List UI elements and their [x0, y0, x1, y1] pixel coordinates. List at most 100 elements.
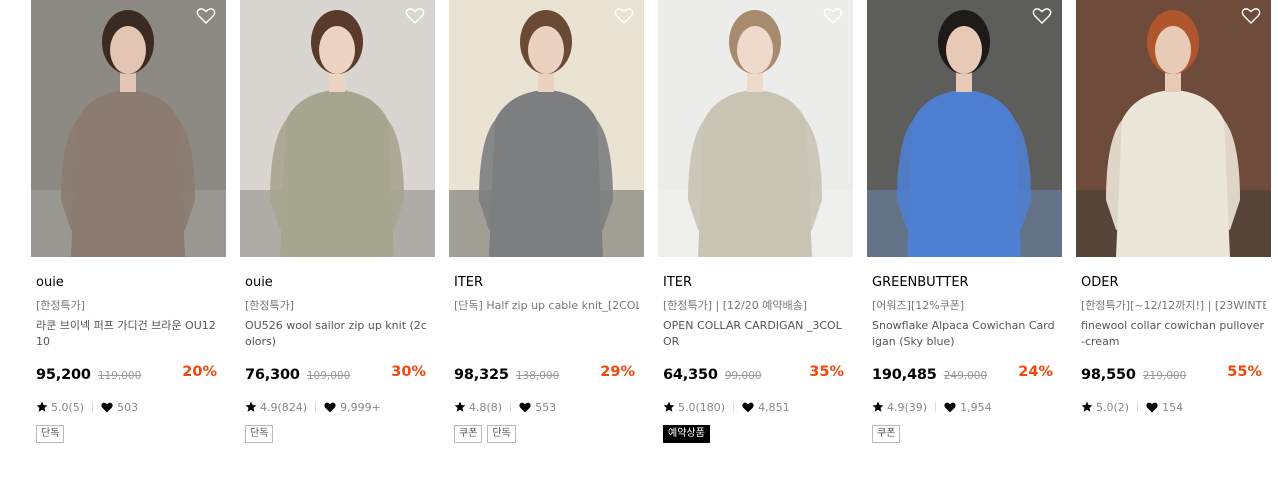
- wishlist-heart-icon[interactable]: [405, 6, 425, 26]
- likes-count: 553: [535, 400, 557, 414]
- product-card[interactable]: ITER [한정특가] | [12/20 예약배송] OPEN COLLAR C…: [658, 0, 853, 443]
- original-price: 219,000: [1142, 370, 1187, 382]
- product-photo: [658, 0, 853, 257]
- discount-rate: 55%: [1227, 364, 1262, 380]
- brand-name[interactable]: ouie: [245, 274, 430, 291]
- meta-divider: [92, 402, 94, 412]
- star-icon: [1081, 401, 1093, 413]
- rating-value: 4.9(824): [260, 400, 308, 414]
- likes-count: 1,954: [960, 400, 992, 414]
- discount-rate: 35%: [809, 364, 844, 380]
- brand-name[interactable]: ODER: [1081, 274, 1266, 291]
- star-icon: [872, 401, 884, 413]
- product-image[interactable]: [240, 0, 435, 257]
- original-price: 138,000: [515, 370, 560, 382]
- product-name[interactable]: OPEN COLLAR CARDIGAN _3COLOR: [663, 318, 848, 350]
- rating-value: 5.0(2): [1096, 400, 1130, 414]
- discount-rate: 20%: [182, 364, 217, 380]
- sale-price: 98,325: [454, 367, 509, 383]
- original-price: 249,000: [943, 370, 988, 382]
- rating-value: 5.0(5): [51, 400, 85, 414]
- likes-count: 9,999+: [340, 400, 381, 414]
- product-name[interactable]: Snowflake Alpaca Cowichan Cardigan (Sky …: [872, 318, 1057, 350]
- badge-list: 쿠폰 단독: [454, 425, 639, 443]
- badge-list: 쿠폰: [872, 425, 1057, 443]
- heart-filled-icon: [944, 402, 956, 413]
- discount-rate: 30%: [391, 364, 426, 380]
- product-image[interactable]: [1076, 0, 1271, 257]
- brand-name[interactable]: ouie: [36, 274, 221, 291]
- original-price: 119,000: [97, 370, 142, 382]
- discount-rate: 24%: [1018, 364, 1053, 380]
- product-badge: 쿠폰: [872, 425, 901, 443]
- promo-tag: [단독] Half zip up cable knit_[2COLOR]: [454, 299, 639, 312]
- product-name[interactable]: [454, 318, 639, 350]
- likes-count: 503: [117, 400, 139, 414]
- sale-price: 64,350: [663, 367, 718, 383]
- wishlist-heart-icon[interactable]: [614, 6, 634, 26]
- star-icon: [245, 401, 257, 413]
- product-photo: [31, 0, 226, 257]
- product-grid: ouie [한정특가] 라쿤 브이넥 퍼프 가디건 브라운 OU1210 95,…: [31, 0, 1271, 443]
- product-photo: [449, 0, 644, 257]
- likes-count: 154: [1162, 400, 1184, 414]
- star-icon: [454, 401, 466, 413]
- product-card[interactable]: ouie [한정특가] 라쿤 브이넥 퍼프 가디건 브라운 OU1210 95,…: [31, 0, 226, 443]
- product-name[interactable]: 라쿤 브이넥 퍼프 가디건 브라운 OU1210: [36, 318, 221, 350]
- product-badge: 단독: [487, 425, 516, 443]
- rating-value: 5.0(180): [678, 400, 726, 414]
- product-badge: 예약상품: [663, 425, 710, 443]
- sale-price: 98,550: [1081, 367, 1136, 383]
- product-image[interactable]: [658, 0, 853, 257]
- heart-filled-icon: [519, 402, 531, 413]
- brand-name[interactable]: ITER: [663, 274, 848, 291]
- product-name[interactable]: finewool collar cowichan pullover-cream: [1081, 318, 1266, 350]
- badge-list: [1081, 425, 1266, 443]
- star-icon: [36, 401, 48, 413]
- promo-tag: [어워즈][12%쿠폰]: [872, 299, 965, 312]
- product-name[interactable]: OU526 wool sailor zip up knit (2colors): [245, 318, 430, 350]
- sale-price: 190,485: [872, 367, 937, 383]
- likes-count: 4,851: [758, 400, 790, 414]
- product-image[interactable]: [449, 0, 644, 257]
- promo-tag: [한정특가]: [245, 299, 295, 312]
- rating-value: 4.8(8): [469, 400, 503, 414]
- rating-value: 4.9(39): [887, 400, 928, 414]
- meta-divider: [510, 402, 512, 412]
- heart-filled-icon: [1146, 402, 1158, 413]
- brand-name[interactable]: ITER: [454, 274, 639, 291]
- product-badge: 단독: [245, 425, 274, 443]
- wishlist-heart-icon[interactable]: [1241, 6, 1261, 26]
- product-card[interactable]: ouie [한정특가] OU526 wool sailor zip up kni…: [240, 0, 435, 443]
- product-image[interactable]: [31, 0, 226, 257]
- meta-divider: [315, 402, 317, 412]
- promo-tag: [한정특가] | [12/20 예약배송]: [663, 299, 808, 312]
- heart-filled-icon: [742, 402, 754, 413]
- product-card[interactable]: ITER [단독] Half zip up cable knit_[2COLOR…: [449, 0, 644, 443]
- badge-list: 단독: [36, 425, 221, 443]
- product-photo: [867, 0, 1062, 257]
- sale-price: 95,200: [36, 367, 91, 383]
- product-card[interactable]: ODER [한정특가][~12/12까지!] | [23WINTER] fine…: [1076, 0, 1271, 443]
- product-badge: 단독: [36, 425, 65, 443]
- wishlist-heart-icon[interactable]: [1032, 6, 1052, 26]
- original-price: 99,000: [724, 370, 762, 382]
- wishlist-heart-icon[interactable]: [823, 6, 843, 26]
- product-photo: [1076, 0, 1271, 257]
- product-photo: [240, 0, 435, 257]
- original-price: 109,000: [306, 370, 351, 382]
- star-icon: [663, 401, 675, 413]
- meta-divider: [733, 402, 735, 412]
- meta-divider: [935, 402, 937, 412]
- heart-filled-icon: [101, 402, 113, 413]
- sale-price: 76,300: [245, 367, 300, 383]
- brand-name[interactable]: GREENBUTTER: [872, 274, 1057, 291]
- wishlist-heart-icon[interactable]: [196, 6, 216, 26]
- meta-divider: [1137, 402, 1139, 412]
- discount-rate: 29%: [600, 364, 635, 380]
- heart-filled-icon: [324, 402, 336, 413]
- badge-list: 예약상품: [663, 425, 848, 443]
- product-image[interactable]: [867, 0, 1062, 257]
- promo-tag: [한정특가][~12/12까지!] | [23WINTER]: [1081, 299, 1266, 312]
- product-card[interactable]: GREENBUTTER [어워즈][12%쿠폰] Snowflake Alpac…: [867, 0, 1062, 443]
